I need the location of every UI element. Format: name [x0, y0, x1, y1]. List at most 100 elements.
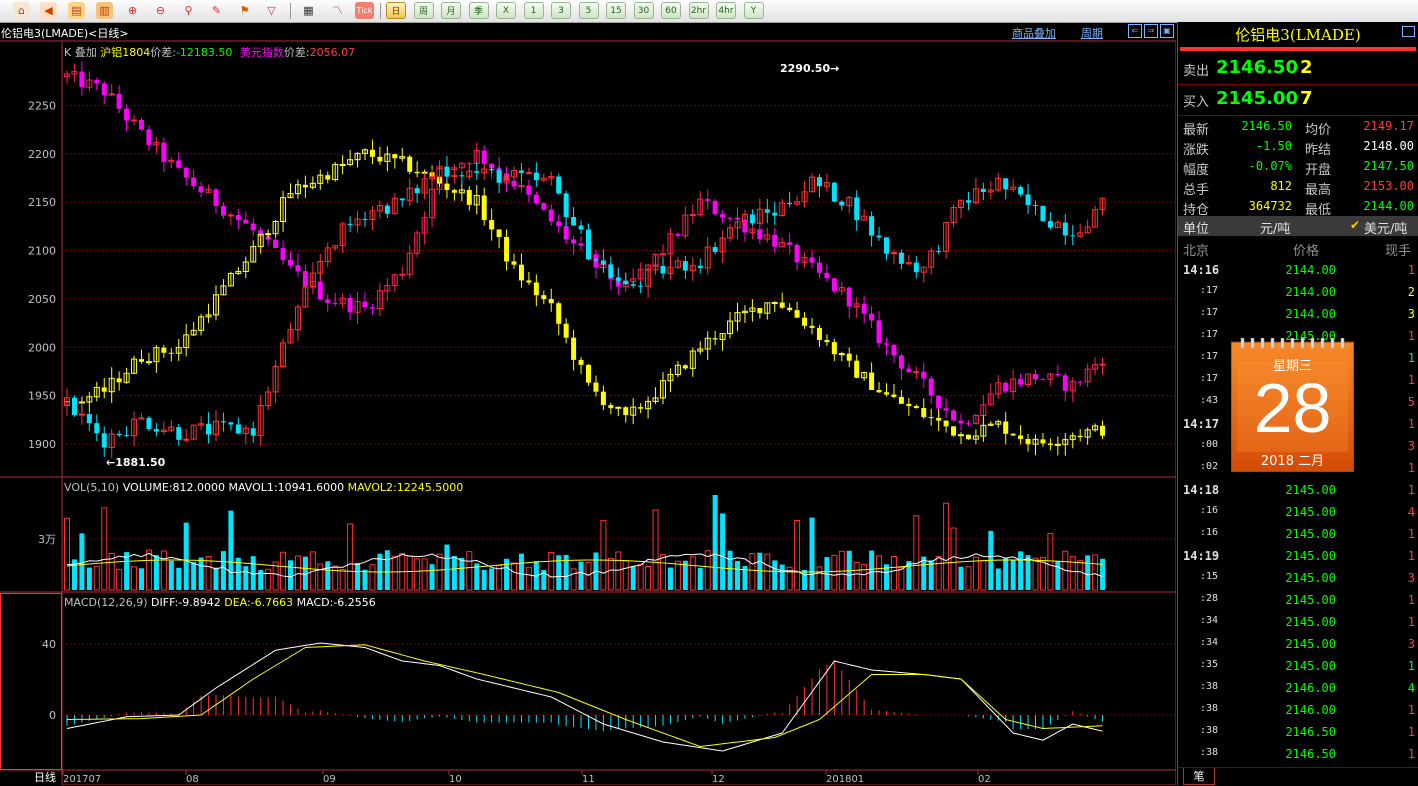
volume-bar [391, 555, 398, 591]
chart-canvas[interactable]: 225022002150210020502000195019003万400201… [0, 22, 1176, 785]
volume-bar [191, 562, 197, 590]
ticks-vol-header: 现手 [1385, 244, 1412, 259]
lme-series-candle [444, 166, 450, 177]
usd-index-series-candle [1003, 382, 1009, 392]
shfe-series-candle [869, 372, 875, 390]
lme-series-candle [876, 235, 882, 238]
overlay-commodity-link[interactable]: 商品叠加 [1012, 25, 1056, 41]
usd-index-series-candle [936, 395, 942, 409]
line-chart-icon[interactable]: 〽 [329, 2, 346, 19]
period-button-60[interactable]: 60 [661, 2, 681, 19]
lme-series-candle [556, 176, 562, 194]
period-button-X[interactable]: X [496, 2, 516, 19]
volume-bar [607, 557, 614, 591]
volume-legend: VOL(5,10) VOLUME:812.0000 MAVOL1:10941.6… [64, 481, 463, 494]
shfe-series-candle [854, 360, 860, 378]
panel-toggle-button[interactable] [1402, 26, 1415, 37]
usd-index-series-candle [675, 233, 681, 236]
volume-bar [600, 519, 607, 591]
report-icon[interactable]: ▥ [96, 2, 113, 19]
volume-bar [511, 562, 517, 591]
usd-index-series-candle [399, 273, 406, 276]
usd-index-series-candle [94, 79, 100, 84]
stat-row: 涨跌 -1.50 昨结 2148.00 [1178, 138, 1418, 158]
scroll-left-button[interactable]: ⇐ [1128, 24, 1142, 38]
tick-chart-button[interactable]: Tick [355, 2, 374, 19]
usd-index-series-candle [466, 163, 472, 165]
shfe-series-candle [928, 417, 934, 419]
stat-value: 364732 [1248, 199, 1292, 213]
back-icon[interactable]: ◀ [40, 2, 57, 19]
search-icon[interactable]: ⚲ [180, 2, 197, 19]
shfe-series-candle [1077, 435, 1083, 438]
shfe-series-candle [1040, 439, 1046, 444]
ticks-footer-tab[interactable]: 笔 [1183, 768, 1215, 785]
volume-bar [176, 567, 182, 590]
volume-bar [444, 544, 450, 590]
unit-label: 单位 [1183, 222, 1210, 237]
alarm-icon[interactable]: ⚑ [236, 2, 253, 19]
period-button-3[interactable]: 3 [551, 2, 571, 19]
period-button-周[interactable]: 周 [413, 2, 434, 19]
stat-label: 涨跌 [1183, 143, 1210, 158]
shfe-series-candle [816, 327, 822, 341]
period-button-5[interactable]: 5 [578, 2, 599, 19]
period-button-日[interactable]: 日 [386, 2, 406, 19]
toolbar-divider [290, 3, 291, 19]
tick-price: 2145.00 [1285, 659, 1336, 673]
lme-series-candle [1025, 194, 1031, 206]
lme-series-candle [831, 182, 837, 202]
period-tab[interactable]: 日线 [34, 769, 56, 785]
tick-time: 14:17 [1183, 417, 1220, 431]
volume-bar [504, 558, 510, 590]
zoom-in-icon[interactable]: ⊕ [124, 2, 141, 19]
volume-bar [637, 563, 644, 591]
period-button-Y[interactable]: Y [743, 2, 764, 19]
volume-bar [735, 561, 740, 590]
period-button-月[interactable]: 月 [441, 2, 461, 19]
volume-bar [168, 560, 174, 590]
period-button-4hr[interactable]: 4hr [716, 2, 736, 19]
price-axis-label: 2050 [28, 293, 56, 306]
draw-pen-icon[interactable]: ✎ [208, 2, 225, 19]
tick-time: :00 [1200, 439, 1219, 450]
lme-series-candle [593, 259, 599, 261]
lme-series-candle [525, 172, 532, 175]
period-link[interactable]: 周期 [1081, 25, 1103, 41]
shfe-series-candle [682, 365, 688, 369]
home-icon[interactable]: ⌂ [13, 2, 30, 19]
filter-icon[interactable]: ▽ [263, 2, 280, 19]
checkmark-icon[interactable]: ✔ [1350, 218, 1360, 232]
volume-bar [794, 520, 801, 591]
volume-bar [972, 556, 979, 591]
table-icon[interactable]: ▦ [300, 2, 317, 19]
series2-diff: 2056.07 [309, 46, 356, 59]
tick-volume: 1 [1407, 329, 1415, 343]
stat-row: 持仓 364732 最低 2144.00 [1178, 198, 1418, 218]
period-button-30[interactable]: 30 [633, 2, 654, 19]
lme-series-candle [839, 201, 845, 206]
usd-index-series-candle [295, 265, 301, 272]
scroll-right-button[interactable]: ⇒ [1144, 24, 1158, 38]
volume-bar [809, 517, 815, 590]
period-button-15[interactable]: 15 [606, 2, 626, 19]
volume-bar [660, 554, 666, 591]
usd-unit-toggle[interactable]: 美元/吨 [1364, 218, 1407, 237]
period-button-季[interactable]: 季 [468, 2, 489, 19]
volume-bar [116, 568, 123, 591]
price-axis-label: 2150 [28, 196, 56, 209]
kline-chart-area[interactable]: 2250 2200 2150 2100 2050 2000 1950 1900 3万 40 0 201… [0, 22, 1176, 785]
lme-series-candle [749, 214, 755, 224]
usd-index-series-candle [362, 301, 368, 308]
restore-button[interactable]: ▣ [1160, 24, 1174, 38]
period-button-1[interactable]: 1 [523, 2, 544, 19]
shfe-series-candle [451, 189, 457, 193]
shfe-series-candle [586, 364, 591, 383]
zoom-out-icon[interactable]: ⊖ [152, 2, 169, 19]
shfe-series-candle [965, 434, 971, 440]
tick-price: 2146.00 [1285, 703, 1336, 717]
usd-index-series-candle [101, 83, 107, 95]
usd-index-series-candle [660, 253, 666, 256]
period-button-2hr[interactable]: 2hr [688, 2, 709, 19]
quote-list-icon[interactable]: ▤ [68, 2, 85, 19]
